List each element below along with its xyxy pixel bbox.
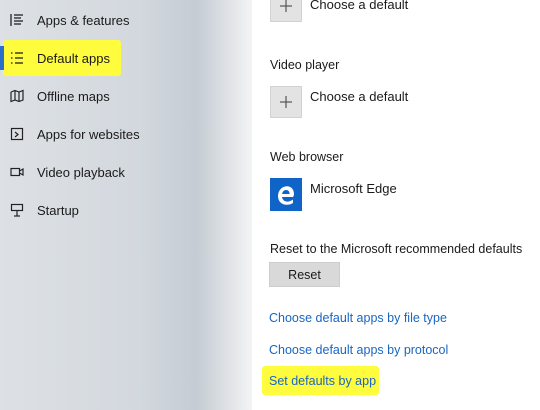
sidebar-item-label: Startup xyxy=(37,202,79,218)
protocol-link[interactable]: Choose default apps by protocol xyxy=(269,343,448,357)
file-type-link[interactable]: Choose default apps by file type xyxy=(269,311,447,325)
apps-websites-icon xyxy=(10,127,24,141)
sidebar-item-startup[interactable]: Startup xyxy=(0,193,200,227)
sidebar-item-video-playback[interactable]: Video playback xyxy=(0,155,200,189)
video-player-default-tile[interactable] xyxy=(270,86,302,118)
sidebar-item-label-active[interactable]: Default apps xyxy=(37,51,110,66)
reset-heading: Reset to the Microsoft recommended defau… xyxy=(270,242,523,256)
reset-button[interactable]: Reset xyxy=(269,262,340,287)
video-player-heading: Video player xyxy=(270,58,340,72)
edge-icon[interactable] xyxy=(270,178,302,211)
choose-default-label[interactable]: Choose a default xyxy=(310,0,408,12)
set-defaults-by-app-link[interactable]: Set defaults by app xyxy=(269,374,376,388)
plus-icon xyxy=(280,0,292,12)
sidebar-item-label: Offline maps xyxy=(37,88,110,104)
choose-default-tile[interactable] xyxy=(270,0,302,22)
sidebar-item-label: Apps & features xyxy=(37,12,130,28)
main-panel: Choose a default Video player Choose a d… xyxy=(252,0,540,410)
sidebar-item-apps-for-websites[interactable]: Apps for websites xyxy=(0,117,200,151)
active-indicator xyxy=(0,46,4,70)
sidebar-item-label: Apps for websites xyxy=(37,126,140,142)
video-icon xyxy=(10,165,24,179)
sidebar-item-apps-features[interactable]: Apps & features xyxy=(0,3,200,37)
startup-icon xyxy=(10,203,24,217)
map-icon xyxy=(10,89,24,103)
web-browser-app-label[interactable]: Microsoft Edge xyxy=(310,181,397,196)
apps-features-icon xyxy=(10,13,24,27)
plus-icon xyxy=(280,96,292,108)
web-browser-heading: Web browser xyxy=(270,150,344,164)
sidebar-item-label: Video playback xyxy=(37,164,125,180)
video-player-choose-label[interactable]: Choose a default xyxy=(310,89,408,104)
sidebar-item-offline-maps[interactable]: Offline maps xyxy=(0,79,200,113)
default-apps-icon xyxy=(10,51,24,65)
